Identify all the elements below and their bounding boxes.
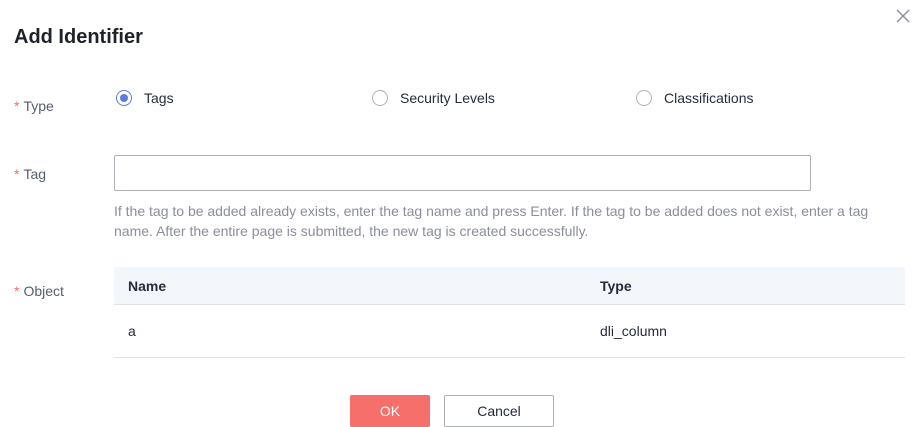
ok-button[interactable]: OK [350, 395, 430, 427]
radio-security-levels-label: Security Levels [400, 90, 495, 106]
radio-tags-label: Tags [144, 90, 174, 106]
radio-checked-icon [116, 90, 132, 106]
table-cell-type: dli_column [586, 304, 905, 358]
required-mark: * [14, 283, 20, 299]
tag-label: * Tag [14, 166, 46, 182]
required-mark: * [14, 166, 20, 182]
object-label: * Object [14, 283, 64, 299]
radio-tags[interactable]: Tags [116, 90, 174, 106]
table-cell-name: a [114, 304, 586, 358]
required-mark: * [14, 98, 20, 114]
radio-unchecked-icon [372, 90, 388, 106]
column-header-type: Type [586, 267, 905, 305]
close-icon[interactable] [895, 8, 911, 24]
object-table: Name Type a dli_column [114, 267, 905, 358]
tag-help-text: If the tag to be added already exists, e… [114, 203, 869, 239]
cancel-button[interactable]: Cancel [444, 395, 554, 427]
table-row: a dli_column [114, 304, 905, 358]
object-label-text: Object [23, 283, 64, 299]
table-header-row: Name Type [114, 267, 905, 305]
tag-label-text: Tag [23, 166, 47, 182]
radio-classifications[interactable]: Classifications [636, 90, 753, 106]
type-label: * Type [14, 98, 54, 114]
radio-unchecked-icon [636, 90, 652, 106]
type-label-text: Type [23, 98, 54, 114]
column-header-name: Name [114, 267, 586, 305]
dialog-title: Add Identifier [14, 26, 143, 48]
radio-security-levels[interactable]: Security Levels [372, 90, 495, 106]
tag-input[interactable] [114, 155, 811, 191]
radio-classifications-label: Classifications [664, 90, 754, 106]
add-identifier-dialog: Add Identifier * Type Tags Security Level… [0, 0, 921, 427]
